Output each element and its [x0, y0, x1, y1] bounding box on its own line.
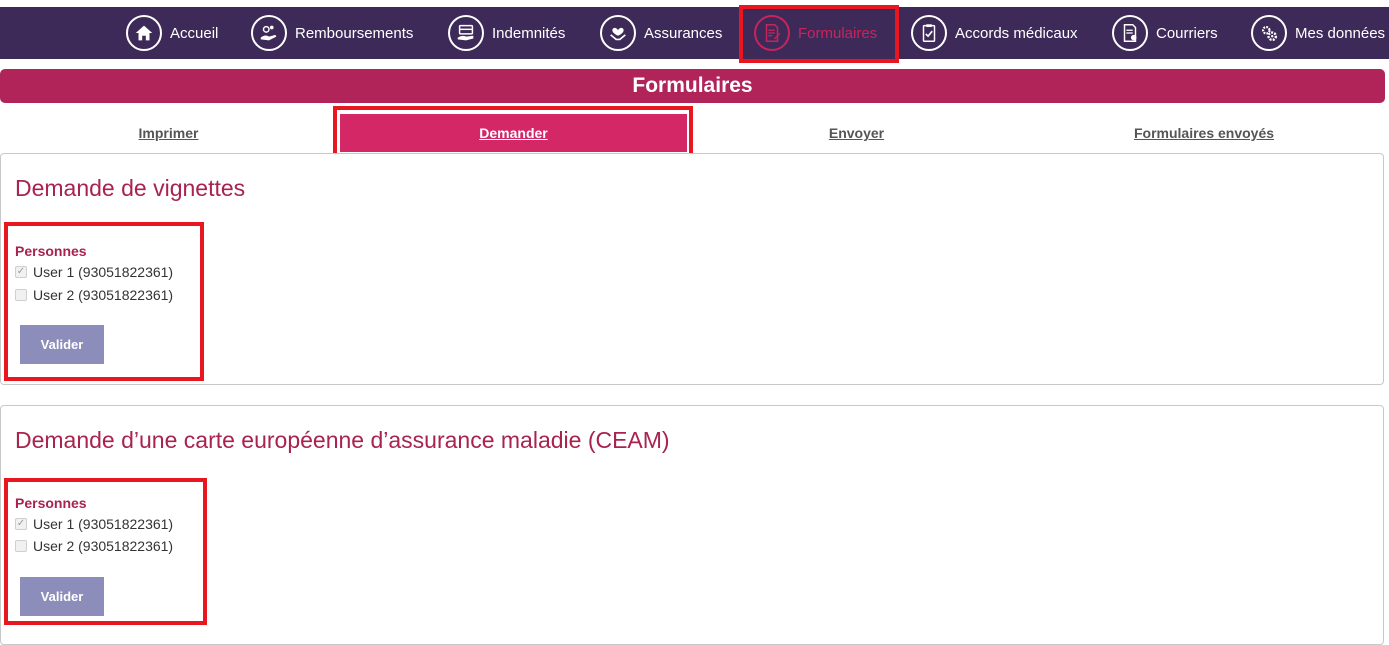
refund-icon — [251, 15, 287, 51]
nav-label: Assurances — [644, 24, 723, 42]
person-checkbox-row[interactable]: ✓ User 1 (93051822361) — [15, 516, 173, 532]
nav-label: Formulaires — [798, 24, 878, 42]
ceam-panel: Demande d’une carte européenne d’assuran… — [0, 405, 1384, 645]
person-checkbox-row[interactable]: User 2 (93051822361) — [15, 538, 173, 554]
nav-label: Courriers — [1156, 24, 1218, 42]
form-icon — [754, 15, 790, 51]
page-title: Formulaires — [0, 69, 1385, 103]
nav-item-accords-medicaux[interactable]: Accords médicaux — [911, 7, 1078, 59]
nav-label: Accords médicaux — [955, 24, 1078, 42]
insurance-icon — [600, 15, 636, 51]
top-navigation: Accueil Remboursements Indemnités Assura… — [0, 7, 1389, 59]
checkbox-checked[interactable]: ✓ — [15, 266, 27, 278]
nav-label: Accueil — [170, 24, 219, 42]
section-title: Demande d’une carte européenne d’assuran… — [15, 427, 670, 453]
checkbox[interactable] — [15, 289, 27, 301]
person-checkbox-row[interactable]: User 2 (93051822361) — [15, 287, 173, 303]
nav-item-mes-donnees[interactable]: Mes données — [1251, 7, 1385, 59]
person-label: User 1 (93051822361) — [33, 516, 174, 532]
person-label: User 1 (93051822361) — [33, 264, 174, 280]
person-checkbox-row[interactable]: ✓ User 1 (93051822361) — [15, 264, 173, 280]
persons-label: Personnes — [15, 495, 87, 511]
gears-icon — [1251, 15, 1287, 51]
payment-icon — [448, 15, 484, 51]
home-icon — [126, 15, 162, 51]
clipboard-check-icon — [911, 15, 947, 51]
checkbox[interactable] — [15, 540, 27, 552]
nav-label: Remboursements — [295, 24, 414, 42]
nav-label: Mes données — [1295, 24, 1386, 42]
letter-icon — [1112, 15, 1148, 51]
valider-button[interactable]: Valider — [20, 325, 104, 364]
checkbox-checked[interactable]: ✓ — [15, 518, 27, 530]
nav-item-assurances[interactable]: Assurances — [600, 7, 722, 59]
nav-item-remboursements[interactable]: Remboursements — [251, 7, 413, 59]
tab-envoyer[interactable]: Envoyer — [690, 114, 1023, 152]
person-label: User 2 (93051822361) — [33, 538, 174, 554]
section-title: Demande de vignettes — [15, 175, 246, 201]
nav-item-formulaires[interactable]: Formulaires — [754, 7, 877, 59]
persons-label: Personnes — [15, 243, 87, 259]
nav-item-courriers[interactable]: Courriers — [1112, 7, 1218, 59]
person-label: User 2 (93051822361) — [33, 287, 174, 303]
valider-button[interactable]: Valider — [20, 577, 104, 616]
vignettes-panel: Demande de vignettes Personnes ✓ User 1 … — [0, 153, 1384, 385]
nav-item-indemnites[interactable]: Indemnités — [448, 7, 565, 59]
tab-demander[interactable]: Demander — [340, 114, 687, 152]
nav-item-accueil[interactable]: Accueil — [126, 7, 218, 59]
tab-imprimer[interactable]: Imprimer — [0, 114, 337, 152]
tab-formulaires-envoyes[interactable]: Formulaires envoyés — [1025, 114, 1383, 152]
nav-label: Indemnités — [492, 24, 566, 42]
